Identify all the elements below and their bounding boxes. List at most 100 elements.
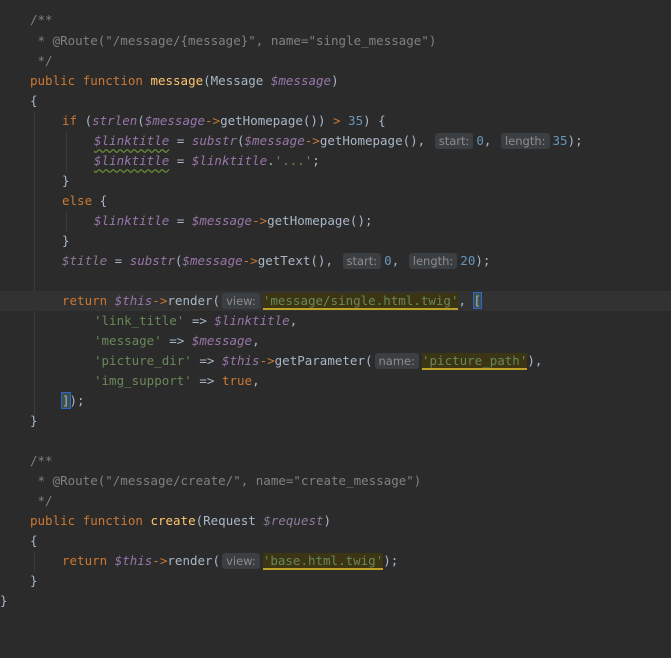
variable: $message	[191, 213, 253, 228]
code-line: * @Route("/message/create/", name="creat…	[0, 471, 671, 491]
punctuation: );	[383, 553, 399, 568]
punctuation: ,	[252, 333, 260, 348]
doc-comment: ("/message/create/", name="create_messag…	[97, 473, 422, 488]
keyword: return	[62, 553, 108, 568]
keyword: public	[30, 513, 76, 528]
string-literal: '...'	[274, 153, 313, 168]
operator: ->	[259, 353, 275, 368]
code-line: $linktitle = $linktitle.'...';	[0, 151, 671, 171]
code-line: {	[0, 531, 671, 551]
method-call: getHomepage	[319, 133, 403, 148]
param-type: (Message	[203, 73, 271, 88]
keyword: if	[62, 113, 78, 128]
variable: $linktitle	[94, 153, 170, 168]
punctuation: (	[364, 353, 373, 368]
punctuation: (	[137, 113, 145, 128]
operator: =	[107, 253, 130, 268]
punctuation: ,	[391, 253, 407, 268]
variable: $title	[62, 253, 108, 268]
punctuation: )	[323, 513, 332, 528]
code-line: * @Route("/message/{message}", name="sin…	[0, 31, 671, 51]
operator: ->	[205, 113, 221, 128]
function-name: message	[150, 73, 204, 88]
doc-annotation: @Route	[52, 33, 98, 48]
code-line: {	[0, 91, 671, 111]
punctuation: ,	[483, 133, 499, 148]
string-literal: 'link_title'	[94, 313, 185, 328]
code-line-current: return $this->render(view:'message/singl…	[0, 291, 671, 311]
operator: ->	[152, 293, 168, 308]
parameter-hint: view:	[222, 553, 260, 569]
operator: ->	[152, 553, 168, 568]
method-call: getText	[257, 253, 311, 268]
punctuation: ,	[252, 373, 260, 388]
method-call: getHomepage	[220, 113, 303, 128]
doc-comment: *	[30, 33, 53, 48]
code-line: }	[0, 591, 671, 611]
parameter-hint: length:	[500, 133, 550, 149]
operator: =	[169, 153, 192, 168]
brace: {	[92, 193, 108, 208]
punctuation: );	[69, 393, 85, 408]
punctuation: ;	[312, 153, 320, 168]
string-literal: 'message'	[94, 333, 162, 348]
code-line: 'link_title' => $linktitle,	[0, 311, 671, 331]
doc-annotation: @Route	[52, 473, 98, 488]
brace: {	[30, 533, 38, 548]
variable: $linktitle	[94, 213, 170, 228]
builtin-function: substr	[191, 133, 237, 148]
punctuation: (	[212, 553, 221, 568]
param-type: (Request	[195, 513, 264, 528]
code-line: 'message' => $message,	[0, 331, 671, 351]
number: 35	[552, 133, 568, 148]
parameter-hint: start:	[342, 253, 382, 269]
parameter-hint: length:	[408, 253, 458, 269]
variable: $message	[182, 253, 243, 268]
string-literal: 'picture_dir'	[94, 353, 192, 368]
doc-comment: /**	[30, 453, 53, 468]
operator: =>	[184, 313, 215, 328]
code-line: $linktitle = $message->getHomepage();	[0, 211, 671, 231]
variable: $linktitle	[191, 153, 268, 168]
code-line: public function create(Request $request)	[0, 511, 671, 531]
code-line: /**	[0, 451, 671, 471]
punctuation: (),	[310, 253, 341, 268]
doc-comment: ("/message/{message}", name="single_mess…	[97, 33, 437, 48]
builtin-function: substr	[129, 253, 175, 268]
operator: .	[267, 153, 275, 168]
brace: }	[30, 573, 38, 588]
brace: }	[62, 173, 70, 188]
punctuation: (	[212, 293, 221, 308]
method-call: render	[167, 553, 213, 568]
method-call: getParameter	[274, 353, 365, 368]
number: 0	[384, 253, 392, 268]
variable: $message	[244, 133, 305, 148]
brace: }	[0, 593, 8, 608]
code-line: $title = substr($message->getText(), sta…	[0, 251, 671, 271]
string-literal: 'message/single.html.twig'	[262, 293, 459, 310]
keyword: true	[221, 373, 253, 388]
code-line: else {	[0, 191, 671, 211]
variable: $message	[144, 113, 206, 128]
operator: =	[169, 213, 192, 228]
punctuation: ) {	[363, 113, 386, 128]
punctuation: );	[475, 253, 491, 268]
punctuation: ();	[349, 213, 373, 228]
variable: $request	[263, 513, 324, 528]
function-name: create	[150, 513, 196, 528]
doc-comment: */	[30, 53, 53, 68]
code-line: 'img_support' => true,	[0, 371, 671, 391]
variable: $this	[114, 293, 153, 308]
brace: }	[30, 413, 38, 428]
code-editor[interactable]: /** * @Route("/message/{message}", name=…	[0, 0, 671, 658]
doc-comment: */	[30, 493, 53, 508]
punctuation: )	[331, 73, 339, 88]
punctuation: ())	[302, 113, 333, 128]
operator: =>	[191, 353, 222, 368]
operator: ->	[304, 133, 320, 148]
variable: $message	[270, 73, 332, 88]
matched-bracket: ]	[61, 392, 71, 409]
code-line: if (strlen($message->getHomepage()) > 35…	[0, 111, 671, 131]
code-line: */	[0, 491, 671, 511]
doc-comment: *	[30, 473, 53, 488]
